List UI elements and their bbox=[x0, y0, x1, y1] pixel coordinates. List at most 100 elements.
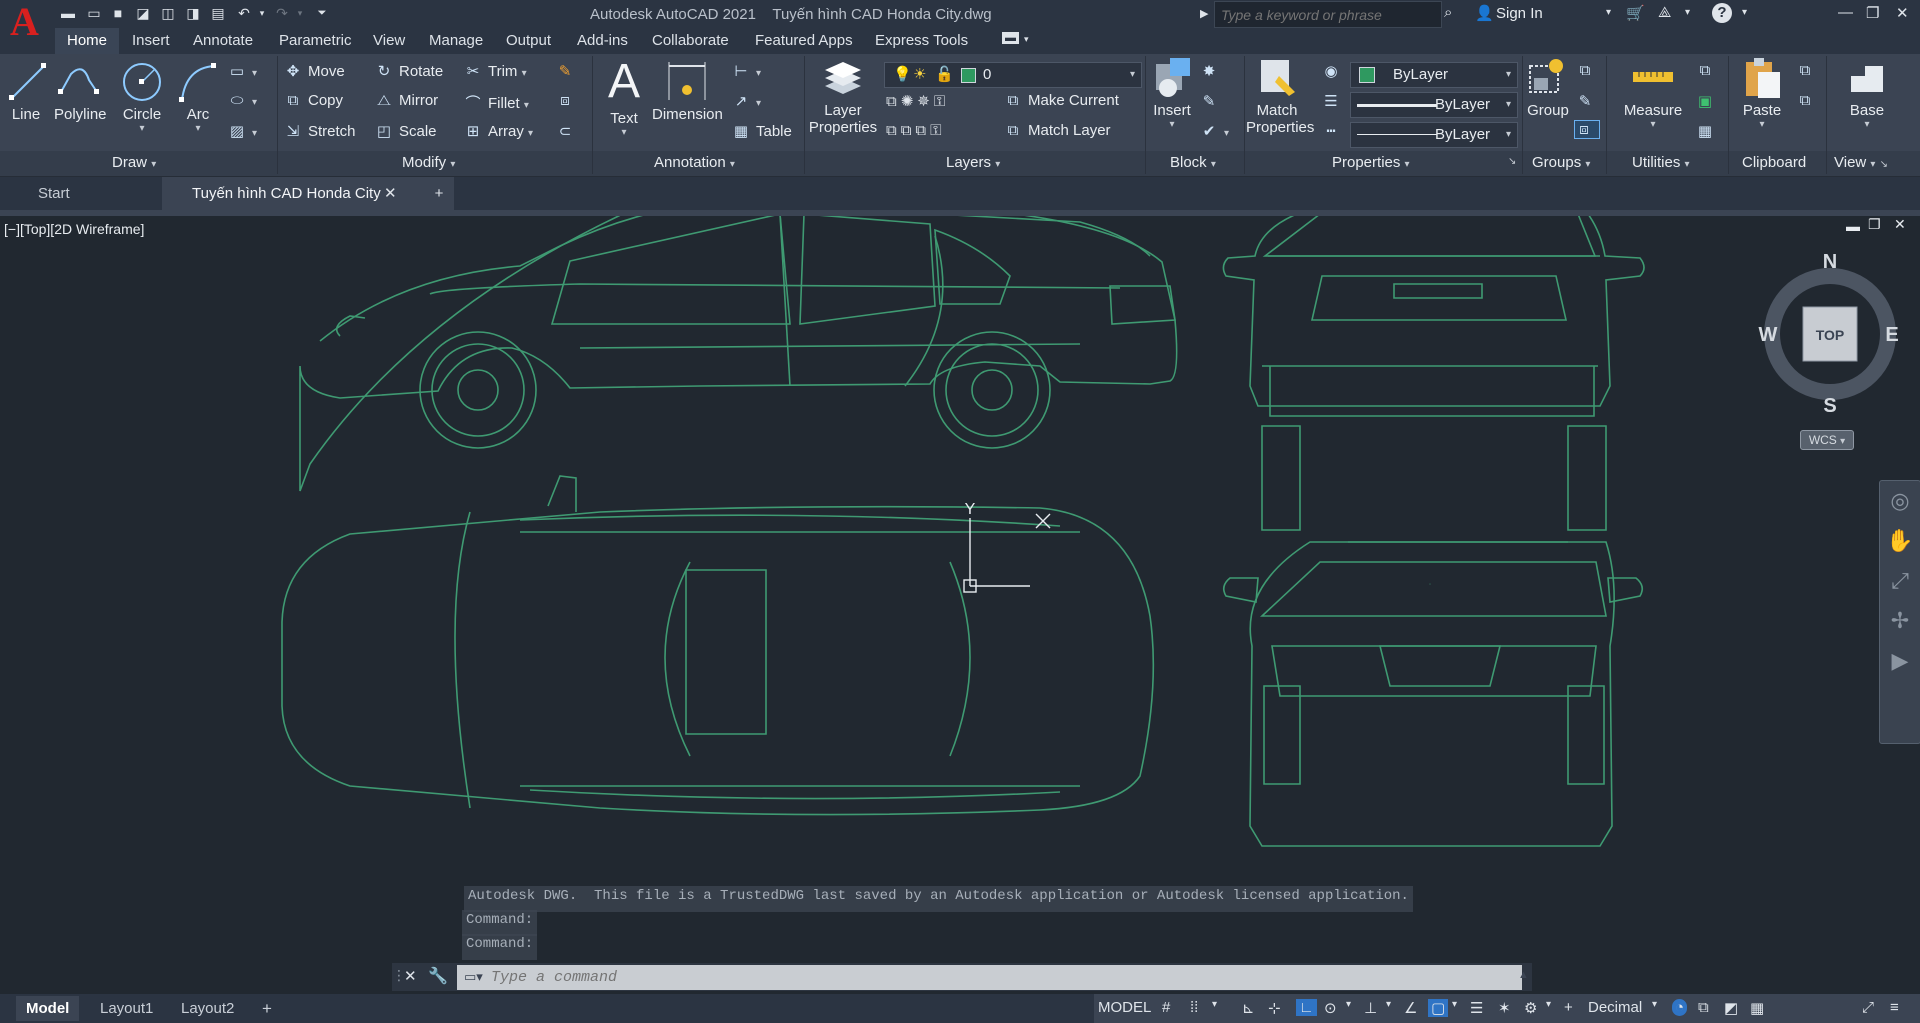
customize-qat-icon[interactable]: ⏷ bbox=[312, 3, 332, 23]
offset-button[interactable]: ⊂ bbox=[556, 122, 580, 140]
units-display[interactable]: Decimal bbox=[1588, 999, 1642, 1016]
pan-icon[interactable]: ✋ bbox=[1880, 521, 1920, 561]
properties-panel-title[interactable]: Properties ▾ bbox=[1332, 154, 1410, 171]
tab-manage[interactable]: Manage bbox=[429, 32, 483, 49]
mirror-button[interactable]: ⧍ Mirror bbox=[375, 92, 438, 109]
isolate-objects-icon[interactable]: ◩ bbox=[1724, 999, 1738, 1017]
select-all-button[interactable]: ▣ bbox=[1696, 92, 1720, 110]
minimize-icon[interactable]: — bbox=[1838, 4, 1853, 21]
showmotion-icon[interactable]: ▶ bbox=[1880, 641, 1920, 681]
paste-button[interactable]: Paste ▾ bbox=[1740, 56, 1784, 130]
hardware-acceleration-icon[interactable]: ▦ bbox=[1750, 999, 1764, 1017]
viewport-minimize-icon[interactable]: ▬ bbox=[1846, 218, 1860, 234]
viewport-controls-label[interactable]: [−][Top][2D Wireframe] bbox=[4, 221, 144, 237]
model-space-toggle[interactable]: MODEL bbox=[1098, 999, 1151, 1016]
snap-dropdown-icon[interactable]: ▾ bbox=[1212, 999, 1217, 1010]
dynamic-input-icon[interactable]: ⊹ bbox=[1268, 999, 1281, 1017]
hatch-button[interactable]: ▨ ▾ bbox=[228, 122, 257, 140]
tab-express-tools[interactable]: Express Tools bbox=[875, 32, 968, 49]
steering-wheel-icon[interactable]: ◎ bbox=[1880, 481, 1920, 521]
annotation-monitor-icon[interactable]: ✶ bbox=[1498, 999, 1511, 1017]
ribbon-minimize-icon[interactable]: ▬ bbox=[1002, 32, 1019, 44]
calculator-button[interactable]: ▦ bbox=[1696, 122, 1720, 140]
ortho-mode-icon[interactable]: ∟ bbox=[1296, 999, 1317, 1016]
new-tab-icon[interactable]: + bbox=[412, 177, 454, 210]
polar-dropdown-icon[interactable]: ▾ bbox=[1346, 999, 1351, 1010]
make-current-button[interactable]: ⧉ Make Current bbox=[1004, 92, 1119, 109]
search-input[interactable] bbox=[1215, 2, 1423, 28]
explode-button[interactable]: ⧈ bbox=[556, 92, 580, 109]
circle-dropdown-icon[interactable]: ▾ bbox=[120, 123, 164, 134]
compass-south[interactable]: S bbox=[1823, 395, 1836, 417]
leader-button[interactable]: ↗ ▾ bbox=[732, 92, 761, 110]
rotate-button[interactable]: ↻ Rotate bbox=[375, 62, 444, 80]
undo-icon[interactable]: ↶ bbox=[234, 3, 254, 23]
rectangle-button[interactable]: ▭ ▾ bbox=[228, 62, 257, 80]
measure-dropdown-icon[interactable]: ▾ bbox=[1620, 119, 1686, 130]
tab-collaborate[interactable]: Collaborate bbox=[652, 32, 729, 49]
cart-icon[interactable]: 🛒 bbox=[1626, 4, 1645, 22]
match-layer-button[interactable]: ⧉ Match Layer bbox=[1004, 122, 1111, 139]
lock-ui-icon[interactable]: ⧉ bbox=[1698, 999, 1709, 1016]
base-view-button[interactable]: Base ▾ bbox=[1842, 56, 1892, 130]
insert-block-button[interactable]: Insert ▾ bbox=[1150, 56, 1194, 130]
viewcube[interactable]: TOP N S E W bbox=[1759, 251, 1899, 417]
zoom-extents-icon[interactable]: ⤢ bbox=[1880, 561, 1920, 601]
layer-tools-row-1[interactable]: ⧉✺✵⚿ bbox=[886, 92, 949, 110]
draw-panel-title[interactable]: Draw ▾ bbox=[112, 154, 156, 171]
help-dropdown-icon[interactable]: ▾ bbox=[1742, 7, 1747, 18]
measure-button[interactable]: Measure ▾ bbox=[1620, 56, 1686, 130]
object-snap-tracking-icon[interactable]: ∠ bbox=[1404, 999, 1417, 1017]
open-from-web-icon[interactable]: ◫ bbox=[158, 3, 178, 23]
tab-view[interactable]: View bbox=[373, 32, 405, 49]
polar-tracking-icon[interactable]: ⊙ bbox=[1324, 999, 1337, 1017]
lineweight-icon-button[interactable]: ☰ bbox=[1322, 92, 1346, 110]
undo-dropdown-icon[interactable]: ▾ bbox=[252, 3, 272, 23]
copy-clip-button[interactable]: ⧉ bbox=[1796, 92, 1820, 109]
drawing-viewport[interactable]: Y TOP N S E W [−][Top][2D Wireframe] ▬ ❐… bbox=[0, 216, 1920, 987]
search-icon[interactable]: ⌕ bbox=[1444, 4, 1452, 21]
viewport-restore-icon[interactable]: ❐ bbox=[1868, 216, 1881, 233]
tab-annotate[interactable]: Annotate bbox=[193, 32, 253, 49]
isodraft-icon[interactable]: ⊥ bbox=[1364, 999, 1377, 1017]
sign-in-button[interactable]: Sign In bbox=[1496, 5, 1543, 22]
block-attributes-button[interactable]: ✔ ▾ bbox=[1200, 122, 1229, 140]
snap-mode-icon[interactable]: ⁞⁞ bbox=[1190, 999, 1198, 1016]
group-selection-toggle[interactable]: ⧈ bbox=[1574, 120, 1600, 139]
restore-icon[interactable]: ❐ bbox=[1866, 4, 1879, 22]
tab-home[interactable]: Home bbox=[55, 28, 120, 54]
text-dropdown-icon[interactable]: ▾ bbox=[604, 127, 644, 138]
layers-panel-title[interactable]: Layers ▾ bbox=[946, 154, 1000, 171]
new-file-icon[interactable]: ▬ bbox=[58, 3, 78, 23]
cut-button[interactable]: ⧉ bbox=[1796, 62, 1820, 79]
layout-tab-model[interactable]: Model bbox=[16, 996, 80, 1021]
ribbon-minimize-dropdown-icon[interactable]: ▾ bbox=[1024, 34, 1029, 45]
object-snap-icon[interactable]: ▢ bbox=[1428, 999, 1449, 1017]
insert-dropdown-icon[interactable]: ▾ bbox=[1150, 119, 1194, 130]
edit-block-button[interactable]: ✎ bbox=[1200, 92, 1224, 110]
table-button[interactable]: ▦ Table bbox=[732, 122, 792, 140]
command-customize-icon[interactable]: 🔧 bbox=[428, 966, 448, 986]
isodraft-dropdown-icon[interactable]: ▾ bbox=[1386, 999, 1391, 1010]
command-input[interactable] bbox=[457, 965, 1522, 990]
arc-dropdown-icon[interactable]: ▾ bbox=[176, 123, 220, 134]
workspace-dropdown-icon[interactable]: ▾ bbox=[1546, 999, 1551, 1010]
lineweight-dropdown[interactable]: ByLayer ▾ bbox=[1350, 92, 1518, 118]
view-panel-title[interactable]: View ▾ ↘ bbox=[1834, 154, 1888, 171]
customization-icon[interactable]: ≡ bbox=[1890, 999, 1899, 1016]
compass-west[interactable]: W bbox=[1759, 324, 1778, 346]
base-dropdown-icon[interactable]: ▾ bbox=[1842, 119, 1892, 130]
redo-icon[interactable]: ↷ bbox=[272, 3, 292, 23]
compass-north[interactable]: N bbox=[1823, 251, 1837, 273]
compass-east[interactable]: E bbox=[1885, 324, 1898, 346]
layer-dropdown[interactable]: 💡 ☀ 🔓 0 ▾ bbox=[884, 62, 1142, 88]
title-expand-icon[interactable]: ▶ bbox=[1200, 7, 1208, 20]
ellipse-button[interactable]: ⬭ ▾ bbox=[228, 92, 257, 109]
save-icon[interactable]: ■ bbox=[108, 3, 128, 23]
application-menu-button[interactable]: A bbox=[4, 0, 48, 44]
arc-button[interactable]: Arc ▾ bbox=[176, 60, 220, 134]
trim-button[interactable]: ✂ Trim ▾ bbox=[464, 62, 527, 80]
color-dropdown[interactable]: ByLayer ▾ bbox=[1350, 62, 1518, 88]
object-snap-dropdown-icon[interactable]: ▾ bbox=[1452, 999, 1457, 1010]
tab-featured-apps[interactable]: Featured Apps bbox=[755, 32, 853, 49]
